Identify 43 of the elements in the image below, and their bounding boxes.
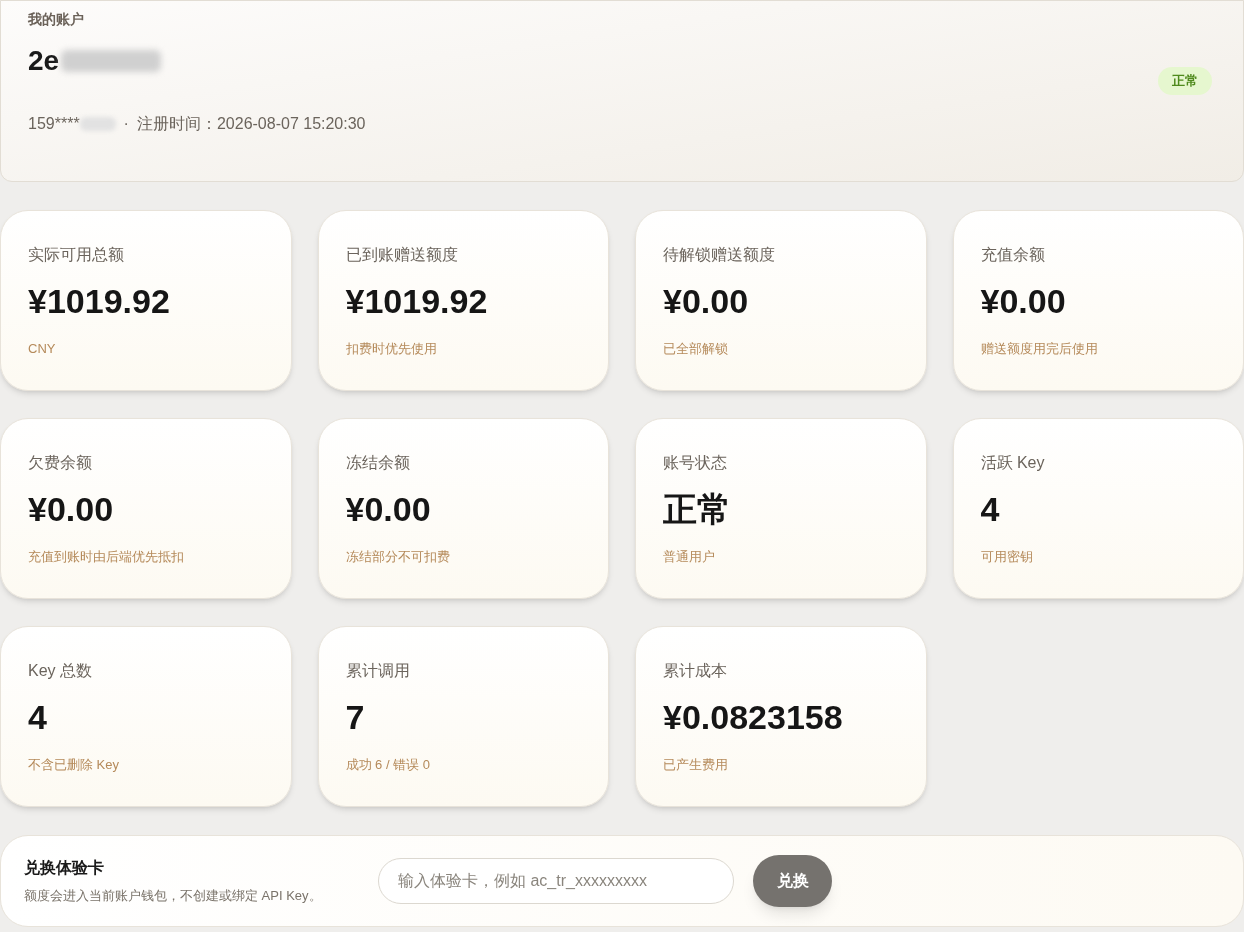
stat-note: 扣费时优先使用 xyxy=(345,340,438,358)
stat-value: ¥0.0823158 xyxy=(663,697,844,738)
account-heading: 我的账户 xyxy=(28,10,85,29)
stat-label: 实际可用总额 xyxy=(28,245,125,265)
stat-note: 已全部解锁 xyxy=(663,340,729,358)
stat-label: 累计成本 xyxy=(663,661,728,681)
stat-label: 活跃 Key xyxy=(980,453,1046,473)
stat-note: 已产生费用 xyxy=(663,756,729,774)
stat-note: CNY xyxy=(28,340,57,358)
stat-value: ¥0.00 xyxy=(980,281,1067,322)
stat-value: 4 xyxy=(980,489,1001,530)
stat-label: 累计调用 xyxy=(345,661,411,681)
stat-value: ¥0.00 xyxy=(663,281,750,322)
status-badge: 正常 xyxy=(1158,67,1212,95)
stat-value: ¥0.00 xyxy=(28,489,115,530)
stat-value: ¥1019.92 xyxy=(28,281,171,322)
stat-value: 7 xyxy=(345,697,366,738)
stat-note: 冻结部分不可扣费 xyxy=(345,548,451,566)
stat-note: 充值到账时由后端优先抵扣 xyxy=(28,548,185,566)
stat-label: 待解锁赠送额度 xyxy=(663,245,776,265)
stat-note: 赠送额度用完后使用 xyxy=(980,340,1099,358)
stat-note: 普通用户 xyxy=(663,548,716,566)
stat-label: Key 总数 xyxy=(28,661,93,681)
stat-value: 正常 xyxy=(663,489,732,530)
stat-label: 冻结余额 xyxy=(345,453,411,473)
registration-time: 注册时间：2026-08-07 15:20:30 xyxy=(136,114,366,134)
separator: · xyxy=(123,114,129,134)
stat-label: 充值余额 xyxy=(980,245,1046,265)
stat-value: ¥0.00 xyxy=(345,489,432,530)
stat-value: 4 xyxy=(28,697,48,738)
username: 2e xyxy=(28,44,60,78)
stat-note: 成功 6 / 错误 0 xyxy=(345,756,432,774)
stat-note: 不含已删除 Key xyxy=(28,756,120,774)
stat-label: 已到账赠送额度 xyxy=(345,245,459,265)
card-code-field[interactable]: 输入体验卡，例如 ac_tr_xxxxxxxxx xyxy=(378,858,734,904)
stat-value: ¥1019.92 xyxy=(345,281,489,322)
phone-number: 159**** xyxy=(28,114,80,134)
redeem-description: 额度会进入当前账户钱包，不创建或绑定 API Key。 xyxy=(24,887,323,906)
stat-note: 可用密钥 xyxy=(980,548,1034,566)
redeem-button[interactable]: 兑换 xyxy=(753,855,832,907)
stat-label: 欠费余额 xyxy=(28,453,93,473)
stat-label: 账号状态 xyxy=(663,453,728,473)
redeem-title: 兑换体验卡 xyxy=(24,858,105,879)
